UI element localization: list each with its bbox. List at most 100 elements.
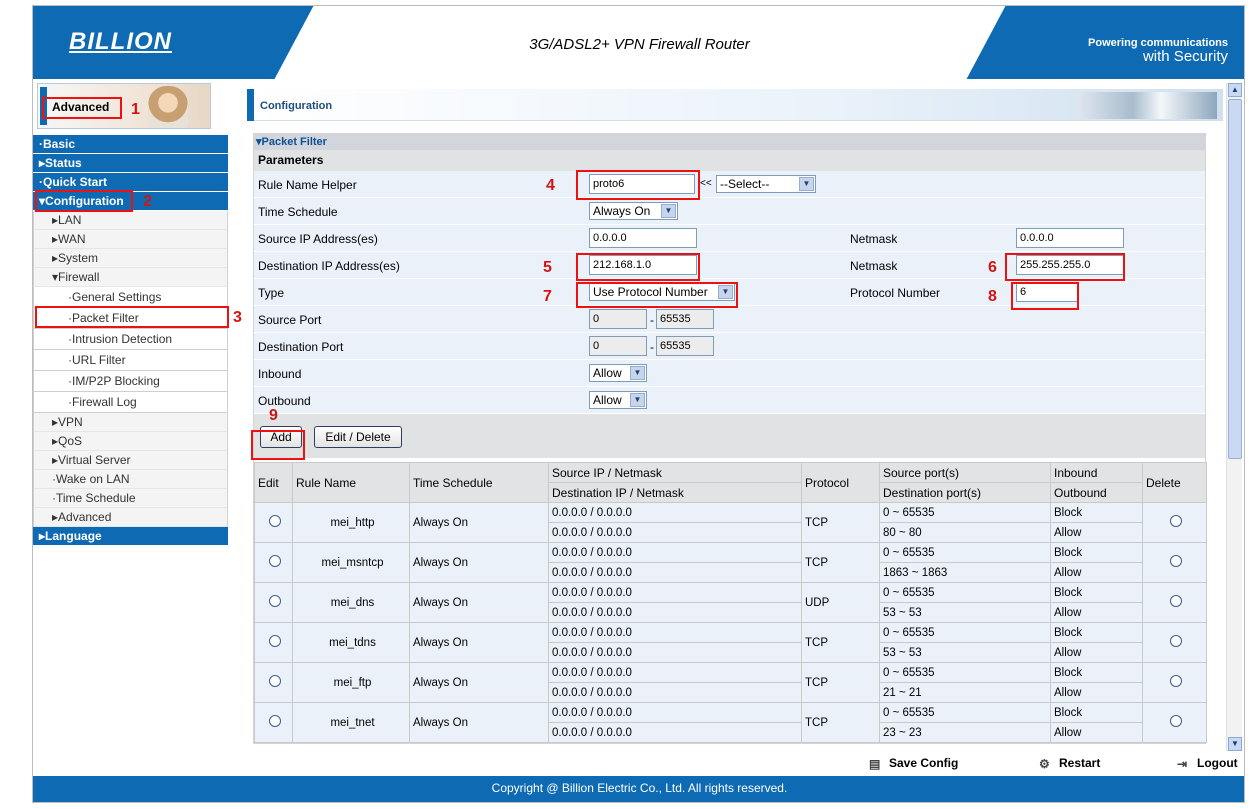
- router-admin-page: BILLION 3G/ADSL2+ VPN Firewall Router Po…: [32, 5, 1245, 803]
- sidebar-item-label: VPN: [58, 415, 83, 429]
- destination-netmask-label: Netmask: [850, 259, 898, 273]
- sidebar-item-basic[interactable]: ·Basic: [33, 135, 228, 154]
- schedule-cell: Always On: [409, 502, 549, 543]
- source-port-cell: 0 ~ 65535: [879, 622, 1051, 643]
- protocol-cell: TCP: [801, 662, 880, 703]
- sidebar-item-label: Basic: [43, 137, 76, 151]
- chevron-down-icon: ▼: [661, 204, 676, 218]
- annotation-number: 4: [546, 177, 555, 194]
- sidebar-item-label: Virtual Server: [58, 453, 131, 467]
- destination-ip-cell: 0.0.0.0 / 0.0.0.0: [548, 562, 802, 583]
- destination-ip-label: Destination IP Address(es): [258, 259, 400, 273]
- sidebar-item-time-schedule[interactable]: ·Time Schedule: [33, 489, 228, 508]
- row-outbound: Outbound Allow ▼: [254, 387, 1205, 414]
- source-port-to[interactable]: 65535: [656, 309, 714, 329]
- rule-name-cell: mei_ftp: [292, 662, 410, 703]
- col-inbound: Inbound: [1050, 462, 1143, 483]
- sidebar-item-virtual-server[interactable]: ▸Virtual Server: [33, 451, 228, 470]
- inbound-cell: Block: [1050, 662, 1143, 683]
- page-title: Configuration: [260, 100, 333, 112]
- outbound-cell: Allow: [1050, 602, 1143, 623]
- sidebar-item-lan[interactable]: ▸LAN: [33, 211, 228, 230]
- destination-ip-cell: 0.0.0.0 / 0.0.0.0: [548, 642, 802, 663]
- billion-logo: BILLION: [69, 28, 172, 55]
- delete-radio[interactable]: [1170, 555, 1182, 567]
- inbound-cell: Block: [1050, 582, 1143, 603]
- delete-radio-cell: [1142, 702, 1207, 743]
- time-schedule-select[interactable]: Always On ▼: [589, 202, 678, 220]
- schedule-cell: Always On: [409, 542, 549, 583]
- sidebar-item-general-settings[interactable]: ·General Settings: [33, 287, 228, 308]
- sidebar-item-status[interactable]: ▸Status: [33, 154, 228, 173]
- restart-button[interactable]: ⚙ Restart: [1039, 756, 1101, 771]
- sidebar-item-label: Time Schedule: [56, 491, 136, 505]
- source-netmask-input[interactable]: 0.0.0.0: [1016, 228, 1124, 248]
- delete-radio[interactable]: [1170, 515, 1182, 527]
- sidebar-item-firewall-log[interactable]: ·Firewall Log: [33, 392, 228, 413]
- outbound-select[interactable]: Allow ▼: [589, 391, 647, 409]
- sidebar-item-intrusion-detection[interactable]: ·Intrusion Detection: [33, 329, 228, 350]
- annotation-box-destination-ip: [576, 253, 700, 281]
- tagline-line-2: with Security: [1142, 48, 1228, 65]
- edit-radio[interactable]: [269, 595, 281, 607]
- helper-select[interactable]: --Select-- ▼: [716, 175, 816, 193]
- annotation-box-advanced: [42, 97, 122, 119]
- edit-radio[interactable]: [269, 675, 281, 687]
- logout-label: Logout: [1197, 756, 1238, 770]
- button-row: Add Edit / Delete: [254, 414, 1205, 458]
- protocol-cell: UDP: [801, 582, 880, 623]
- sidebar-item-im-p2p-blocking[interactable]: ·IM/P2P Blocking: [33, 371, 228, 392]
- protocol-number-label: Protocol Number: [850, 286, 941, 300]
- packet-filter-header[interactable]: ▾Packet Filter: [254, 134, 1205, 150]
- sidebar-item-vpn[interactable]: ▸VPN: [33, 413, 228, 432]
- table-row: mei_ftp Always On 0.0.0.0 / 0.0.0.0 TCP 0 ~ …: [254, 662, 1207, 703]
- edit-radio[interactable]: [269, 715, 281, 727]
- delete-radio[interactable]: [1170, 715, 1182, 727]
- annotation-number: 5: [543, 259, 552, 276]
- tagline: Powering communications with Security: [1088, 36, 1228, 64]
- delete-radio[interactable]: [1170, 635, 1182, 647]
- sidebar-item-qos[interactable]: ▸QoS: [33, 432, 228, 451]
- user-photo: [148, 86, 188, 128]
- source-ip-input[interactable]: 0.0.0.0: [589, 228, 697, 248]
- edit-radio[interactable]: [269, 635, 281, 647]
- scroll-down-icon[interactable]: ▼: [1228, 737, 1242, 751]
- scroll-thumb[interactable]: [1228, 99, 1242, 459]
- annotation-number: 6: [988, 259, 997, 276]
- edit-delete-button[interactable]: Edit / Delete: [314, 426, 402, 448]
- sidebar-item-url-filter[interactable]: ·URL Filter: [33, 350, 228, 371]
- delete-radio-cell: [1142, 662, 1207, 703]
- edit-radio[interactable]: [269, 555, 281, 567]
- sidebar-item-advanced[interactable]: ▸Advanced: [33, 508, 228, 527]
- edit-radio[interactable]: [269, 515, 281, 527]
- source-port-from[interactable]: 0: [589, 309, 647, 329]
- sidebar-item-language[interactable]: ▸Language: [33, 527, 228, 546]
- restart-label: Restart: [1059, 756, 1101, 770]
- annotation-box-add: [251, 430, 305, 460]
- delete-radio[interactable]: [1170, 675, 1182, 687]
- sidebar-item-label: Firewall: [58, 270, 100, 284]
- sidebar-item-wan[interactable]: ▸WAN: [33, 230, 228, 249]
- annotation-box-destination-netmask: [1005, 253, 1125, 281]
- logout-button[interactable]: ⇥ Logout: [1177, 756, 1238, 771]
- vertical-scrollbar[interactable]: ▲ ▼: [1226, 83, 1242, 751]
- schedule-cell: Always On: [409, 702, 549, 743]
- inbound-select[interactable]: Allow ▼: [589, 364, 647, 382]
- sidebar-item-label: System: [58, 251, 99, 265]
- outbound-cell: Allow: [1050, 562, 1143, 583]
- inbound-value: Allow: [593, 366, 622, 380]
- scroll-up-icon[interactable]: ▲: [1228, 83, 1242, 97]
- delete-radio[interactable]: [1170, 595, 1182, 607]
- sidebar-item-label: Intrusion Detection: [72, 332, 173, 346]
- col-source-ip: Source IP / Netmask: [548, 462, 802, 483]
- edit-radio-cell: [254, 702, 293, 743]
- col-destination-ip: Destination IP / Netmask: [548, 482, 802, 503]
- destination-port-to[interactable]: 65535: [656, 336, 714, 356]
- save-config-button[interactable]: ▤ Save Config: [869, 756, 958, 771]
- sidebar-item-firewall[interactable]: ▾Firewall: [33, 268, 228, 287]
- sidebar-item-wake-on-lan[interactable]: ·Wake on LAN: [33, 470, 228, 489]
- destination-ip-cell: 0.0.0.0 / 0.0.0.0: [548, 522, 802, 543]
- destination-port-from[interactable]: 0: [589, 336, 647, 356]
- sidebar-item-system[interactable]: ▸System: [33, 249, 228, 268]
- destination-port-cell: 53 ~ 53: [879, 602, 1051, 623]
